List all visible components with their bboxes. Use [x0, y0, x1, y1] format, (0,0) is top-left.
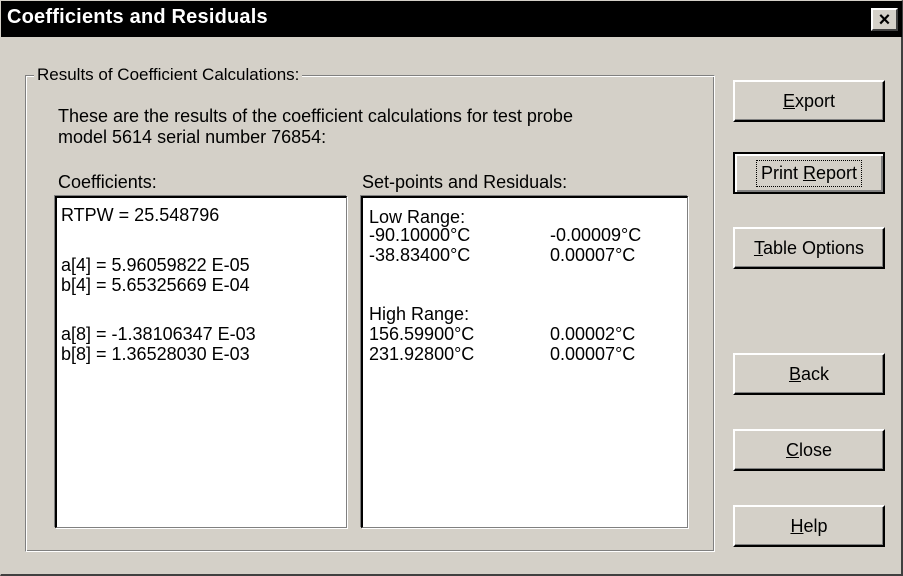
residual-value: 0.00007°C	[550, 245, 636, 265]
help-button[interactable]: Help	[733, 505, 885, 547]
results-description: These are the results of the coefficient…	[58, 106, 698, 148]
setpoint-value: 156.59900°C	[369, 324, 475, 344]
setpoints-residuals-listbox[interactable]: Low Range: -90.10000°C -0.00009°C -38.83…	[361, 196, 688, 528]
print-report-button-label: Print Report	[755, 159, 863, 187]
list-item: a[8] = -1.38106347 E-03	[61, 324, 256, 344]
export-button-label: Export	[782, 90, 836, 111]
close-button-label: Close	[785, 439, 833, 460]
export-button[interactable]: Export	[733, 80, 885, 122]
residual-value: -0.00009°C	[550, 225, 642, 245]
groupbox-label: Results of Coefficient Calculations:	[34, 65, 303, 85]
title-bar[interactable]: Coefficients and Residuals ×	[1, 1, 902, 37]
table-options-button-label: Table Options	[753, 237, 865, 258]
description-line-2: model 5614 serial number 76854:	[58, 127, 327, 147]
back-button[interactable]: Back	[733, 353, 885, 395]
back-button-label: Back	[788, 363, 830, 384]
residual-value: 0.00002°C	[550, 324, 636, 344]
help-button-label: Help	[790, 515, 828, 536]
print-report-button[interactable]: Print Report	[733, 152, 885, 194]
low-range-header: Low Range:	[369, 207, 466, 227]
setpoints-residuals-label: Set-points and Residuals:	[362, 172, 568, 192]
list-item: b[4] = 5.65325669 E-04	[61, 275, 250, 295]
close-window-button[interactable]: ×	[871, 8, 898, 31]
setpoint-value: -90.10000°C	[369, 225, 471, 245]
list-item: a[4] = 5.96059822 E-05	[61, 255, 250, 275]
residual-value: 0.00007°C	[550, 344, 636, 364]
high-range-header: High Range:	[369, 304, 470, 324]
list-item: RTPW = 25.548796	[61, 205, 220, 225]
table-options-button[interactable]: Table Options	[733, 227, 885, 269]
close-icon: ×	[878, 8, 891, 31]
window-title: Coefficients and Residuals	[7, 6, 268, 28]
description-line-1: These are the results of the coefficient…	[58, 106, 573, 126]
coefficients-dialog: Coefficients and Residuals × Results of …	[0, 0, 903, 576]
close-button[interactable]: Close	[733, 429, 885, 471]
list-item: b[8] = 1.36528030 E-03	[61, 344, 250, 364]
coefficients-label: Coefficients:	[58, 172, 157, 192]
coefficients-listbox[interactable]: RTPW = 25.548796 a[4] = 5.96059822 E-05 …	[55, 196, 347, 528]
setpoint-value: 231.92800°C	[369, 344, 475, 364]
setpoint-value: -38.83400°C	[369, 245, 471, 265]
